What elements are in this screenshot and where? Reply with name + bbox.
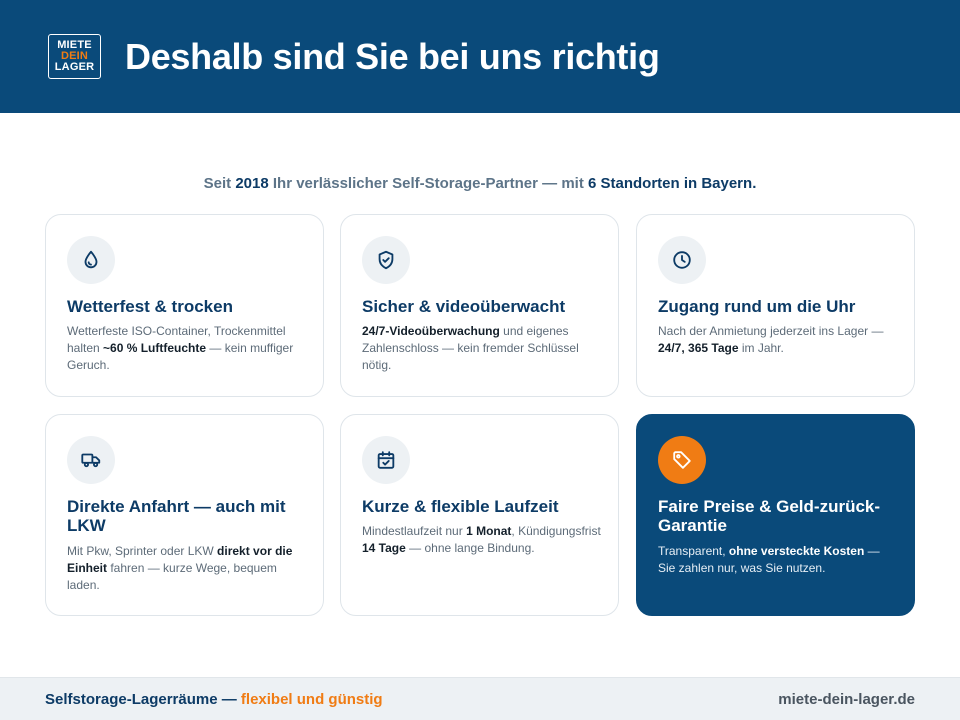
feature-title: Faire Preise & Geld-zurück-Garantie: [658, 497, 881, 535]
feature-title: Wetterfest & trocken: [67, 297, 233, 316]
feature-text-a: Mit Pkw, Sprinter oder LKW: [67, 544, 218, 558]
feature-card-fair-prices: Faire Preise & Geld-zurück-Garantie Tran…: [636, 414, 915, 616]
feature-highlight: 1 Monat: [466, 524, 512, 538]
footer-bar: Selfstorage-Lagerräume — flexibel und gü…: [0, 677, 960, 720]
feature-card-access: Zugang rund um die Uhr Nach der Anmietun…: [636, 214, 915, 397]
droplet-icon: [67, 236, 115, 284]
feature-description: Nach der Anmietung jederzeit ins Lager —…: [658, 323, 898, 357]
feature-description: Mindestlaufzeit nur 1 Monat, Kündigungsf…: [362, 523, 602, 557]
feature-card-security: Sicher & videoüberwacht 24/7-Videoüberwa…: [340, 214, 619, 397]
subtitle-text-1: Seit: [203, 175, 236, 192]
feature-card-flexible-term: Kurze & flexible Laufzeit Mindestlaufzei…: [340, 414, 619, 616]
feature-title: Direkte Anfahrt — auch mit LKW: [67, 497, 286, 535]
logo[interactable]: MIETE DEIN LAGER: [48, 34, 101, 79]
subtitle-text-3: .: [752, 175, 757, 192]
feature-highlight: 24/7, 365 Tage: [658, 341, 739, 355]
feature-description: Mit Pkw, Sprinter oder LKW direkt vor di…: [67, 543, 307, 594]
footer-tagline-accent: flexibel und günstig: [240, 691, 383, 708]
feature-card-weatherproof: Wetterfest & trocken Wetterfeste ISO-Con…: [45, 214, 324, 397]
feature-text-c: , Kündigungsfrist: [511, 524, 601, 538]
truck-icon: [67, 436, 115, 484]
feature-title: Kurze & flexible Laufzeit: [362, 497, 559, 516]
feature-text-a: Transparent,: [658, 544, 729, 558]
intro-subtitle: Seit 2018 Ihr verlässlicher Self-Storage…: [0, 174, 960, 194]
feature-description: 24/7-Videoüberwachung und eigenes Zahlen…: [362, 323, 602, 374]
subtitle-locations: 6 Standorten in Bayern: [587, 175, 753, 192]
feature-highlight: ~60 % Luftfeuchte: [103, 341, 207, 355]
feature-title: Zugang rund um die Uhr: [658, 297, 856, 316]
page-title: Deshalb sind Sie bei uns richtig: [125, 36, 660, 77]
feature-highlight: 24/7-Videoüberwachung: [362, 324, 500, 338]
logo-line-3: LAGER: [54, 61, 95, 73]
shield-check-icon: [362, 236, 410, 284]
subtitle-year: 2018: [235, 175, 269, 192]
footer-website-link[interactable]: miete-dein-lager.de: [778, 691, 915, 709]
feature-text-e: — ohne lange Bindung.: [405, 541, 535, 555]
feature-text-a: Nach der Anmietung jederzeit ins Lager —: [658, 324, 884, 338]
clock-icon: [658, 236, 706, 284]
feature-highlight: 14 Tage: [362, 541, 406, 555]
footer-tagline: Selfstorage-Lagerräume — flexibel und gü…: [45, 691, 383, 709]
feature-description: Wetterfeste ISO-Container, Trockenmittel…: [67, 323, 307, 374]
feature-text-c: im Jahr.: [738, 341, 784, 355]
feature-title: Sicher & videoüberwacht: [362, 297, 566, 316]
feature-card-access-by-truck: Direkte Anfahrt — auch mit LKW Mit Pkw, …: [45, 414, 324, 616]
subtitle-text-2: Ihr verlässlicher Self-Storage-Partner —…: [268, 175, 588, 192]
header-bar: MIETE DEIN LAGER Deshalb sind Sie bei un…: [0, 0, 960, 113]
feature-text-a: Mindestlaufzeit nur: [362, 524, 467, 538]
tag-icon: [658, 436, 706, 484]
feature-description: Transparent, ohne versteckte Kosten — Si…: [658, 543, 898, 577]
feature-highlight: ohne versteckte Kosten: [728, 544, 865, 558]
calendar-check-icon: [362, 436, 410, 484]
footer-tagline-main: Selfstorage-Lagerräume —: [45, 691, 241, 708]
